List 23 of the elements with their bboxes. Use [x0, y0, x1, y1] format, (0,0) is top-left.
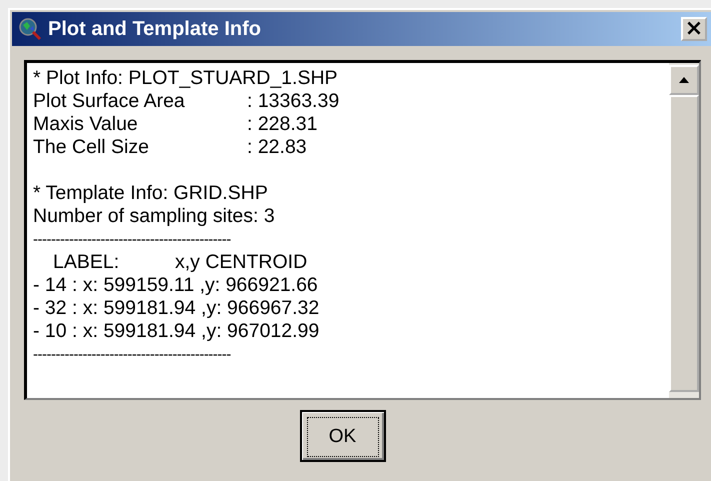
- column-header: LABEL:: [53, 251, 120, 274]
- field-value: : 228.31: [247, 113, 318, 136]
- scroll-up-button[interactable]: [669, 65, 699, 95]
- info-line: - 14 : x: 599159.11 ,y: 966921.66: [33, 274, 319, 297]
- info-line: - 10 : x: 599181.94 ,y: 967012.99: [33, 320, 320, 343]
- info-line: * Plot Info: PLOT_STUARD_1.SHP: [33, 67, 339, 90]
- text-area[interactable]: [24, 60, 701, 400]
- globe-magnifier-icon: [18, 17, 42, 41]
- info-line: Number of sampling sites: 3: [33, 205, 276, 228]
- field-value: : 13363.39: [247, 90, 340, 113]
- close-button[interactable]: ×: [681, 17, 707, 41]
- info-line: * Template Info: GRID.SHP: [33, 182, 269, 205]
- ok-button[interactable]: OK: [300, 410, 386, 462]
- field-value: : 22.83: [247, 136, 307, 159]
- field-label: The Cell Size: [33, 136, 150, 159]
- dashed-separator: --------------------------------------------: [33, 230, 232, 250]
- dashed-separator: --------------------------------------------: [33, 345, 232, 365]
- field-label: Maxis Value: [33, 113, 139, 136]
- up-arrow-icon: [679, 77, 689, 83]
- window-title: Plot and Template Info: [48, 18, 262, 40]
- field-label: Plot Surface Area: [33, 90, 186, 113]
- info-line: - 32 : x: 599181.94 ,y: 966967.32: [33, 297, 320, 320]
- column-header: x,y CENTROID: [175, 251, 308, 274]
